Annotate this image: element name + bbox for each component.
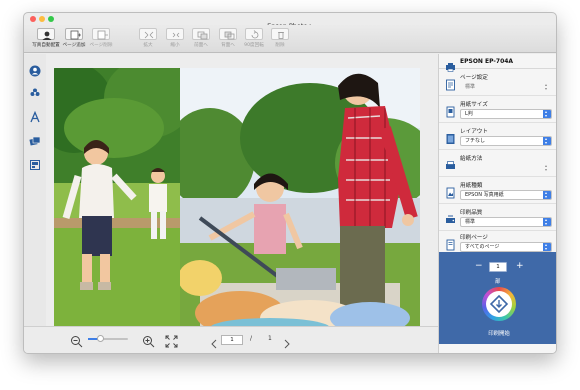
current-page-field[interactable]: 1 [221, 335, 243, 345]
toolbar: 写真自動配置 ページ追加 ページ削除 拡大 縮小 前面へ 背面へ 90度回転 削… [24, 25, 556, 53]
next-page-icon[interactable] [283, 334, 291, 353]
zoom-window-button[interactable] [48, 16, 54, 22]
paper-source-select[interactable] [460, 162, 552, 174]
page-setup-setting: ページ設定 標準 [439, 70, 556, 96]
photo-left[interactable] [54, 68, 180, 333]
fit-screen-icon[interactable] [165, 333, 178, 352]
app-window: Epson Photo+ 写真自動配置 ページ追加 ページ削除 拡大 [23, 12, 557, 354]
layout-label: レイアウト [460, 129, 488, 135]
paper-size-setting: 用紙サイズ L判 [439, 97, 556, 123]
print-pages-icon [445, 236, 456, 251]
updown-arrow-icon [543, 135, 551, 147]
title-bar: Epson Photo+ [24, 13, 556, 30]
printer-selector[interactable]: EPSON EP-704A [439, 54, 556, 72]
print-start-label: 印刷開始 [488, 331, 510, 337]
copies-field[interactable]: 1 [489, 262, 507, 272]
copies-unit-label: 部 [495, 279, 501, 285]
paper-size-icon [445, 103, 456, 118]
desktop: Epson Photo+ 写真自動配置 ページ追加 ページ削除 拡大 [0, 0, 580, 390]
increase-copies-button[interactable]: + [516, 261, 524, 271]
paper-source-label: 給紙方法 [460, 156, 483, 162]
minimize-window-button[interactable] [39, 16, 45, 22]
delete-page-button[interactable]: ページ削除 [88, 27, 114, 51]
updown-arrow-icon [543, 162, 551, 174]
print-canvas [46, 54, 438, 333]
print-box: − 1 + 部 印刷開始 [439, 252, 556, 344]
print-pages-value: すべてのページ [465, 244, 500, 250]
left-sidebar [24, 54, 46, 326]
page-setup-value: 標準 [465, 84, 476, 90]
trash-icon [271, 28, 289, 40]
send-back-icon [219, 28, 237, 40]
paper-type-icon [445, 184, 456, 199]
layout-value: フチなし [465, 138, 486, 144]
paper-type-value: EPSON 写真用紙 [465, 192, 504, 198]
print-quality-setting: 印刷品質 標準 [439, 205, 556, 231]
print-quality-value: 標準 [465, 219, 476, 225]
print-pages-label: 印刷ページ [460, 235, 488, 241]
paper-type-label: 用紙種類 [460, 183, 483, 189]
bring-front-icon [192, 28, 210, 40]
layout-setting-icon [445, 130, 456, 144]
zoom-slider-knob[interactable] [97, 335, 104, 342]
print-start-button[interactable] [482, 287, 516, 321]
sticker-icon[interactable] [29, 84, 41, 96]
shrink-icon [166, 28, 184, 40]
page-setup-icon [445, 76, 456, 91]
delete-page-icon [92, 28, 110, 40]
people-icon[interactable] [29, 62, 41, 77]
layout-select[interactable]: フチなし [460, 135, 552, 147]
paper-size-label: 用紙サイズ [460, 102, 488, 108]
print-quality-icon [445, 211, 456, 223]
photos-icon[interactable] [29, 132, 41, 146]
auto-layout-button[interactable]: 写真自動配置 [32, 27, 60, 51]
layout-setting: レイアウト フチなし [439, 124, 556, 150]
text-icon[interactable] [29, 108, 41, 123]
printer-name: EPSON EP-704A [460, 58, 514, 65]
updown-arrow-icon [543, 189, 551, 201]
total-pages: 1 [268, 335, 272, 342]
updown-arrow-icon [543, 241, 551, 253]
print-quality-label: 印刷品質 [460, 210, 483, 216]
enlarge-icon [139, 28, 157, 40]
rotate-icon [245, 28, 263, 40]
paper-size-select[interactable]: L判 [460, 108, 552, 120]
paper-source-setting: 給紙方法 [439, 151, 556, 177]
portrait-icon [37, 28, 55, 40]
page-setup-select[interactable]: 標準 [460, 81, 552, 93]
previous-page-icon[interactable] [210, 334, 218, 353]
close-window-button[interactable] [30, 16, 36, 22]
zoom-in-icon[interactable] [142, 333, 155, 352]
photo-right[interactable] [180, 68, 420, 333]
updown-arrow-icon [543, 216, 551, 228]
print-diamond-icon [489, 294, 509, 314]
copies-stepper: − 1 + [439, 261, 556, 273]
zoom-out-icon[interactable] [70, 333, 83, 352]
delete-button[interactable]: 削除 [267, 27, 293, 51]
bottom-bar: 1 / 1 [24, 326, 438, 353]
updown-arrow-icon [543, 108, 551, 120]
add-page-icon [65, 28, 83, 40]
print-quality-select[interactable]: 標準 [460, 216, 552, 228]
paper-type-select[interactable]: EPSON 写真用紙 [460, 189, 552, 201]
paper-size-value: L判 [465, 111, 473, 117]
print-pages-select[interactable]: すべてのページ [460, 241, 552, 253]
printer-icon [445, 57, 456, 72]
decrease-copies-button[interactable]: − [475, 261, 483, 271]
page-separator: / [250, 335, 253, 342]
updown-arrow-icon [543, 81, 551, 93]
print-button-face [486, 291, 512, 317]
paper-type-setting: 用紙種類 EPSON 写真用紙 [439, 178, 556, 204]
page-setup-label: ページ設定 [460, 75, 488, 81]
zoom-slider[interactable] [88, 335, 128, 342]
layout-icon[interactable] [29, 156, 41, 170]
paper-feed-icon [445, 157, 456, 169]
print-settings-panel: EPSON EP-704A ページ設定 標準 用紙サイズ L判 [438, 54, 556, 353]
